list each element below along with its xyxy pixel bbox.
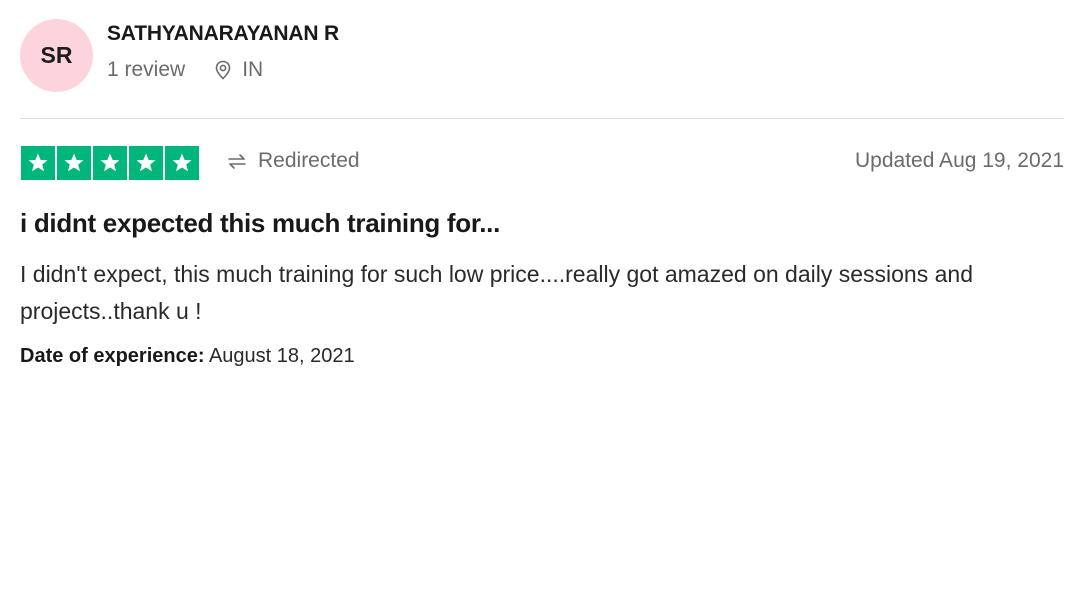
reviewer-meta: 1 review IN	[107, 58, 263, 82]
experience-label: Date of experience:	[20, 345, 205, 367]
avatar[interactable]: SR	[20, 19, 93, 92]
star-rating	[21, 146, 199, 180]
star-icon	[93, 146, 127, 180]
review-body: I didn't expect, this much training for …	[20, 261, 973, 324]
location-pin-icon	[212, 59, 234, 81]
star-icon	[165, 146, 199, 180]
redirected-label[interactable]: Redirected	[226, 149, 360, 173]
experience-date: August 18, 2021	[208, 345, 355, 367]
reviewer-name[interactable]: SATHYANARAYANAN R	[107, 22, 339, 46]
redirect-arrow-icon	[226, 150, 248, 172]
updated-date: Updated Aug 19, 2021	[854, 149, 1064, 172]
redirected-text: Redirected	[258, 149, 360, 172]
review-card: SR SATHYANARAYANAN R 1 review IN Redirec…	[0, 0, 1080, 608]
review-count: 1 review	[107, 58, 186, 81]
review-title[interactable]: i didnt expected this much training for.…	[20, 208, 500, 239]
star-icon	[129, 146, 163, 180]
divider	[20, 118, 1064, 119]
country-code: IN	[242, 58, 264, 81]
avatar-initials: SR	[40, 42, 73, 68]
star-icon	[57, 146, 91, 180]
star-icon	[21, 146, 55, 180]
date-of-experience: Date of experience: August 18, 2021	[20, 345, 355, 368]
